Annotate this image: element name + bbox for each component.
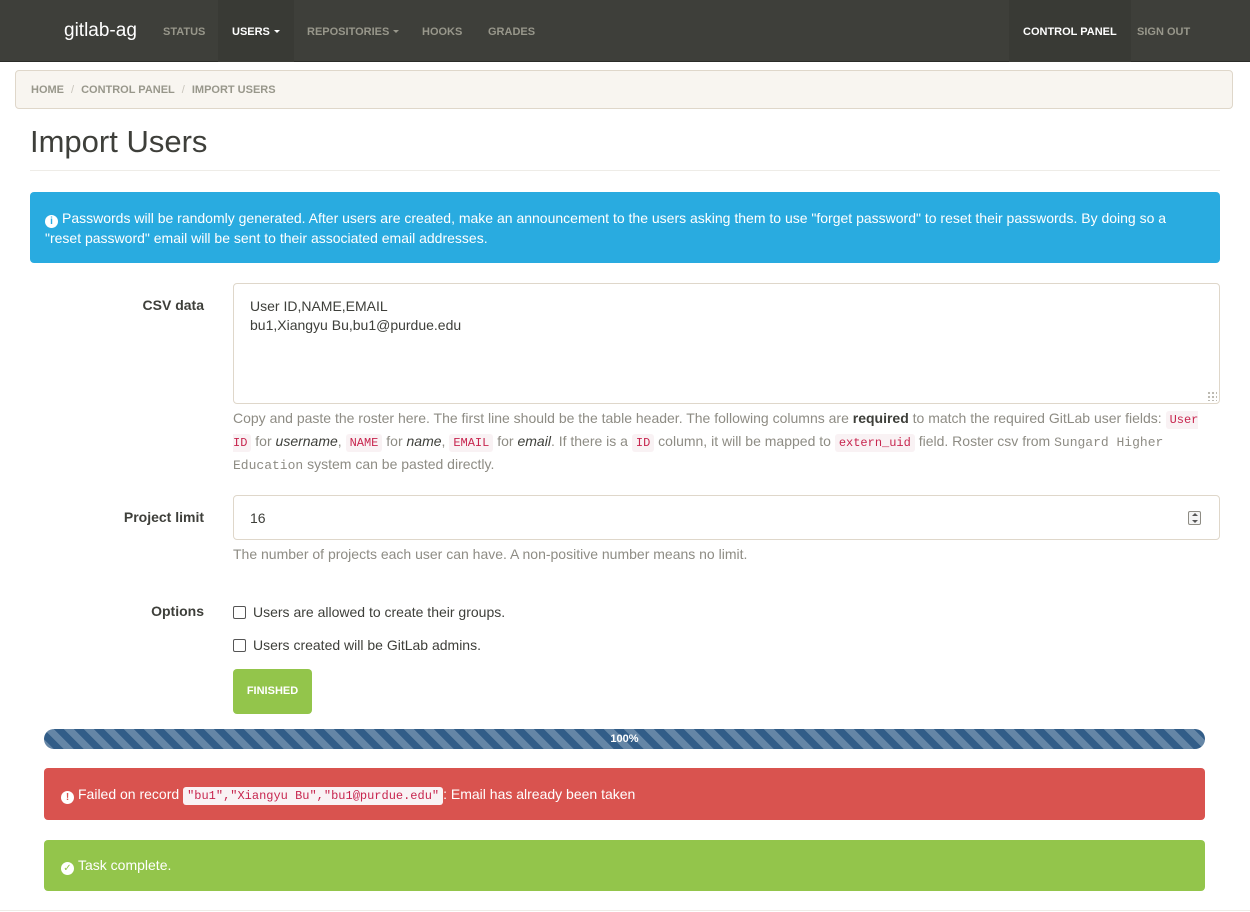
nav-status[interactable]: STATUS xyxy=(149,0,219,62)
exclamation-circle-icon: ! xyxy=(61,791,74,804)
success-text: Task complete. xyxy=(78,857,172,873)
checkbox-unchecked-icon[interactable] xyxy=(233,639,246,652)
breadcrumb-separator: / xyxy=(181,84,185,96)
info-alert-text: Passwords will be randomly generated. Af… xyxy=(45,210,1167,246)
progress-bar-track: 100% xyxy=(44,729,1205,749)
project-limit-value: 16 xyxy=(250,510,266,526)
info-alert: i Passwords will be randomly generated. A… xyxy=(30,192,1220,263)
caret-down-icon xyxy=(393,30,400,33)
breadcrumb-control-panel[interactable]: CONTROL PANEL xyxy=(81,84,175,96)
top-navbar: gitlab-ag STATUS USERS REPOSITORIES HOOK… xyxy=(0,0,1250,62)
nav-status-label: STATUS xyxy=(163,26,206,38)
nav-sign-out[interactable]: SIGN OUT xyxy=(1123,0,1204,62)
check-circle-icon: ✓ xyxy=(61,862,74,875)
resize-grip-icon[interactable] xyxy=(1207,391,1217,401)
csv-data-value: User ID,NAME,EMAIL bu1,Xiangyu Bu,bu1@pu… xyxy=(250,298,462,333)
gitlab-admins-checkbox[interactable]: Users created will be GitLab admins. xyxy=(233,635,481,655)
caret-down-icon xyxy=(273,30,280,33)
brand-logo[interactable]: gitlab-ag xyxy=(64,0,137,62)
nav-grades[interactable]: GRADES xyxy=(474,0,549,62)
nav-users-dropdown[interactable]: USERS xyxy=(218,0,294,62)
nav-control-panel-label: CONTROL PANEL xyxy=(1023,26,1117,38)
csv-data-label: CSV data xyxy=(142,297,204,313)
breadcrumb-home[interactable]: HOME xyxy=(31,84,64,96)
allow-create-groups-label: Users are allowed to create their groups… xyxy=(253,604,506,620)
title-divider xyxy=(30,170,1220,171)
progress-bar-fill: 100% xyxy=(44,729,1205,749)
info-circle-icon: i xyxy=(45,215,58,228)
project-limit-label: Project limit xyxy=(123,509,204,525)
csv-help-text: Copy and paste the roster here. The firs… xyxy=(233,410,1199,473)
breadcrumb-import-users: IMPORT USERS xyxy=(191,84,276,96)
footer-divider xyxy=(0,910,1250,911)
breadcrumb: HOME / CONTROL PANEL / IMPORT USERS xyxy=(15,70,1233,109)
page-title: Import Users xyxy=(30,124,208,159)
nav-grades-label: GRADES xyxy=(488,26,536,38)
nav-repositories-dropdown[interactable]: REPOSITORIES xyxy=(293,0,413,62)
allow-create-groups-checkbox[interactable]: Users are allowed to create their groups… xyxy=(233,602,505,622)
error-record-code: "bu1","Xiangyu Bu","bu1@purdue.edu" xyxy=(183,787,444,805)
checkbox-unchecked-icon[interactable] xyxy=(233,606,246,619)
project-limit-input[interactable]: 16 xyxy=(233,495,1220,540)
error-alert: ! Failed on record "bu1","Xiangyu Bu","bu… xyxy=(44,768,1205,820)
gitlab-admins-label: Users created will be GitLab admins. xyxy=(253,637,481,653)
breadcrumb-separator: / xyxy=(71,84,75,96)
nav-control-panel[interactable]: CONTROL PANEL xyxy=(1009,0,1131,62)
options-label: Options xyxy=(151,603,204,619)
finished-button[interactable]: FINISHED xyxy=(233,669,312,714)
error-prefix: Failed on record xyxy=(78,786,184,802)
number-spinner-icon[interactable] xyxy=(1188,511,1201,525)
error-suffix: : Email has already been taken xyxy=(443,786,636,802)
nav-hooks-label: HOOKS xyxy=(422,26,463,38)
project-limit-help: The number of projects each user can hav… xyxy=(233,546,748,562)
nav-sign-out-label: SIGN OUT xyxy=(1137,26,1191,38)
csv-data-textarea[interactable]: User ID,NAME,EMAIL bu1,Xiangyu Bu,bu1@pu… xyxy=(233,283,1220,404)
nav-repositories-label: REPOSITORIES xyxy=(307,26,390,38)
nav-hooks[interactable]: HOOKS xyxy=(408,0,476,62)
success-alert: ✓ Task complete. xyxy=(44,840,1205,891)
nav-users-label: USERS xyxy=(232,26,270,38)
